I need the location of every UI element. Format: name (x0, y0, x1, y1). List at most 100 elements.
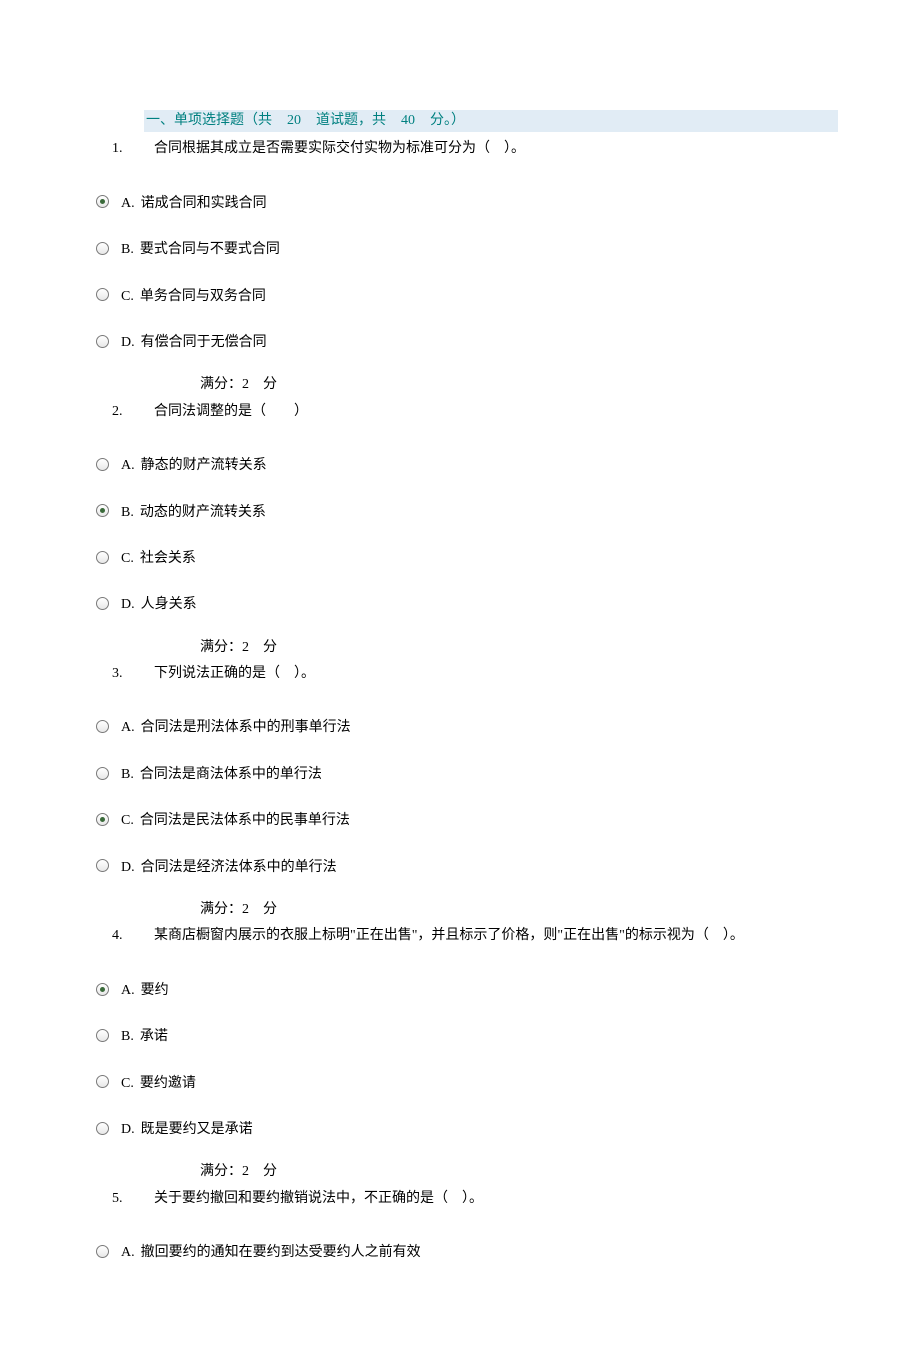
score-value: 2 (242, 1164, 249, 1179)
option-row[interactable]: D.既是要约又是承诺 (96, 1115, 830, 1137)
option-prefix: B. (121, 764, 134, 786)
score-line: 满分：2 分 (200, 637, 830, 659)
option-prefix: B. (121, 1026, 134, 1048)
radio-icon[interactable] (96, 551, 109, 564)
radio-icon[interactable] (96, 1075, 109, 1088)
question-text: 合同法调整的是（ ） (154, 401, 830, 423)
option-row[interactable]: C.单务合同与双务合同 (96, 282, 830, 304)
score-suffix: 分 (263, 902, 277, 917)
option-row[interactable]: C.要约邀请 (96, 1069, 830, 1091)
radio-icon[interactable] (96, 813, 109, 826)
option-text: 承诺 (140, 1026, 168, 1048)
option-prefix: C. (121, 286, 134, 308)
question-number: 5. (112, 1188, 154, 1210)
option-text: 静态的财产流转关系 (141, 455, 267, 477)
radio-icon[interactable] (96, 1122, 109, 1135)
radio-icon[interactable] (96, 767, 109, 780)
section-prefix: 一、单项选择题（共 (146, 113, 272, 128)
option-text: 诺成合同和实践合同 (141, 193, 267, 215)
question-line: 5.关于要约撤回和要约撤销说法中，不正确的是（ ）。 (112, 1188, 830, 1210)
question-number: 4. (112, 925, 154, 947)
radio-icon[interactable] (96, 458, 109, 471)
option-row[interactable]: D.有偿合同于无偿合同 (96, 328, 830, 350)
question-line: 4.某商店橱窗内展示的衣服上标明"正在出售"，并且标示了价格，则"正在出售"的标… (112, 925, 830, 947)
option-row[interactable]: A.静态的财产流转关系 (96, 451, 830, 473)
option-text: 合同法是商法体系中的单行法 (140, 764, 322, 786)
score-prefix: 满分： (200, 640, 242, 655)
option-text: 既是要约又是承诺 (141, 1119, 253, 1141)
score-value: 2 (242, 640, 249, 655)
option-prefix: B. (121, 239, 134, 261)
score-suffix: 分 (263, 377, 277, 392)
section-points: 40 (401, 113, 415, 128)
option-prefix: D. (121, 594, 135, 616)
option-row[interactable]: C.合同法是民法体系中的民事单行法 (96, 806, 830, 828)
option-text: 有偿合同于无偿合同 (141, 332, 267, 354)
radio-icon[interactable] (96, 335, 109, 348)
radio-icon[interactable] (96, 288, 109, 301)
option-text: 单务合同与双务合同 (140, 286, 266, 308)
question-text: 关于要约撤回和要约撤销说法中，不正确的是（ ）。 (154, 1188, 830, 1210)
option-prefix: A. (121, 980, 135, 1002)
option-row[interactable]: B.合同法是商法体系中的单行法 (96, 760, 830, 782)
radio-icon[interactable] (96, 720, 109, 733)
option-row[interactable]: B.承诺 (96, 1022, 830, 1044)
score-prefix: 满分： (200, 902, 242, 917)
option-prefix: B. (121, 502, 134, 524)
score-line: 满分：2 分 (200, 374, 830, 396)
option-prefix: C. (121, 548, 134, 570)
question-line: 3.下列说法正确的是（ ）。 (112, 663, 830, 685)
score-value: 2 (242, 377, 249, 392)
option-text: 合同法是刑法体系中的刑事单行法 (141, 717, 351, 739)
option-row[interactable]: A.诺成合同和实践合同 (96, 189, 830, 211)
question-number: 2. (112, 401, 154, 423)
option-row[interactable]: C.社会关系 (96, 544, 830, 566)
question-number: 3. (112, 663, 154, 685)
option-text: 动态的财产流转关系 (140, 502, 266, 524)
option-text: 合同法是经济法体系中的单行法 (141, 857, 337, 879)
option-row[interactable]: A.撤回要约的通知在要约到达受要约人之前有效 (96, 1238, 830, 1260)
question-text: 下列说法正确的是（ ）。 (154, 663, 830, 685)
option-row[interactable]: D.人身关系 (96, 590, 830, 612)
option-row[interactable]: D.合同法是经济法体系中的单行法 (96, 853, 830, 875)
section-header: 一、单项选择题（共 20 道试题，共 40 分。） (144, 110, 838, 132)
question-text: 合同根据其成立是否需要实际交付实物为标准可分为（ ）。 (154, 138, 830, 160)
radio-icon[interactable] (96, 1245, 109, 1258)
option-prefix: C. (121, 1073, 134, 1095)
score-line: 满分：2 分 (200, 899, 830, 921)
question-number: 1. (112, 138, 154, 160)
score-suffix: 分 (263, 640, 277, 655)
section-suffix: 分。） (430, 113, 465, 128)
score-prefix: 满分： (200, 1164, 242, 1179)
radio-icon[interactable] (96, 195, 109, 208)
score-suffix: 分 (263, 1164, 277, 1179)
radio-icon[interactable] (96, 859, 109, 872)
score-value: 2 (242, 902, 249, 917)
question-line: 2.合同法调整的是（ ） (112, 401, 830, 423)
question-line: 1.合同根据其成立是否需要实际交付实物为标准可分为（ ）。 (112, 138, 830, 160)
question-text: 某商店橱窗内展示的衣服上标明"正在出售"，并且标示了价格，则"正在出售"的标示视… (154, 925, 830, 947)
option-text: 社会关系 (140, 548, 196, 570)
option-row[interactable]: A.合同法是刑法体系中的刑事单行法 (96, 713, 830, 735)
option-text: 要约 (141, 980, 169, 1002)
option-text: 撤回要约的通知在要约到达受要约人之前有效 (141, 1242, 421, 1264)
option-prefix: D. (121, 857, 135, 879)
option-prefix: A. (121, 193, 135, 215)
option-prefix: D. (121, 1119, 135, 1141)
option-prefix: A. (121, 1242, 135, 1264)
radio-icon[interactable] (96, 242, 109, 255)
option-row[interactable]: B.要式合同与不要式合同 (96, 235, 830, 257)
radio-icon[interactable] (96, 597, 109, 610)
option-text: 要约邀请 (140, 1073, 196, 1095)
option-row[interactable]: A.要约 (96, 976, 830, 998)
section-mid: 道试题，共 (316, 113, 386, 128)
section-count: 20 (287, 113, 301, 128)
score-line: 满分：2 分 (200, 1161, 830, 1183)
option-prefix: D. (121, 332, 135, 354)
option-text: 人身关系 (141, 594, 197, 616)
radio-icon[interactable] (96, 983, 109, 996)
option-prefix: C. (121, 810, 134, 832)
radio-icon[interactable] (96, 1029, 109, 1042)
option-row[interactable]: B.动态的财产流转关系 (96, 498, 830, 520)
radio-icon[interactable] (96, 504, 109, 517)
